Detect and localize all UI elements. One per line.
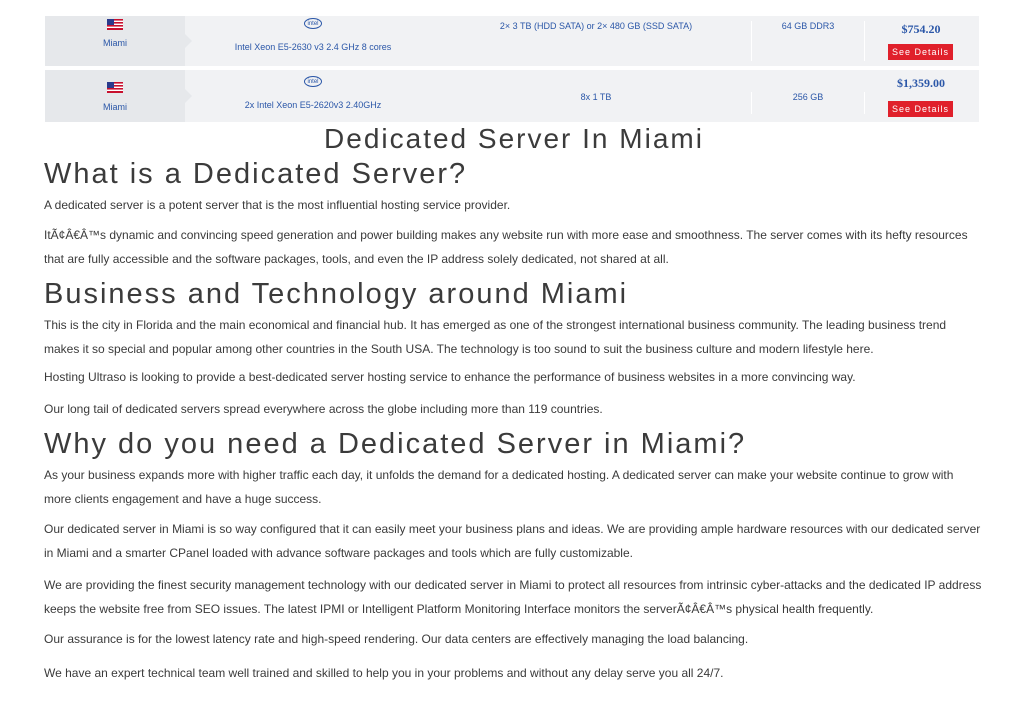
us-flag-icon [107, 82, 123, 93]
cpu-cell: intel 2x Intel Xeon E5-2620v3 2.40GHz [185, 70, 441, 122]
cpu-cell: intel Intel Xeon E5-2630 v3 2.4 GHz 8 co… [185, 16, 441, 66]
location-cell: Miami [45, 16, 192, 66]
heading-what-is-dedicated-server: What is a Dedicated Server? [44, 158, 468, 190]
plan-row: Miami intel 2x Intel Xeon E5-2620v3 2.40… [45, 70, 979, 122]
paragraph: A dedicated server is a potent server th… [44, 198, 511, 212]
paragraph: Our long tail of dedicated servers sprea… [44, 402, 603, 416]
see-details-button[interactable]: See Details [888, 44, 953, 60]
price-label: $754.20 [901, 22, 941, 36]
heading-why-need-server: Why do you need a Dedicated Server in Mi… [44, 428, 747, 460]
ram-label: 64 GB DDR3 [751, 21, 865, 61]
plan-row: Miami intel Intel Xeon E5-2630 v3 2.4 GH… [45, 16, 979, 66]
price-label: $1,359.00 [897, 76, 945, 90]
storage-label: 2× 3 TB (HDD SATA) or 2× 480 GB (SSD SAT… [499, 21, 693, 31]
us-flag-icon [107, 19, 123, 30]
paragraph: This is the city in Florida and the main… [44, 318, 947, 356]
price-cell: $1,359.00 See Details [863, 70, 979, 122]
heading-business-technology: Business and Technology around Miami [44, 278, 629, 310]
server-plans-table: Miami intel Intel Xeon E5-2630 v3 2.4 GH… [45, 16, 979, 126]
paragraph: Our assurance is for the lowest latency … [44, 632, 749, 646]
see-details-button[interactable]: See Details [888, 101, 953, 117]
location-cell: Miami [45, 70, 192, 122]
location-label: Miami [103, 102, 127, 112]
paragraph: ItÃ¢Â€Â™s dynamic and convincing speed g… [44, 228, 968, 266]
location-label: Miami [103, 38, 127, 48]
price-cell: $754.20 See Details [863, 16, 979, 66]
page-title: Dedicated Server In Miami [324, 123, 704, 154]
paragraph: We have an expert technical team well tr… [44, 666, 724, 680]
intel-logo-icon: intel [304, 76, 322, 87]
paragraph: As your business expands more with highe… [44, 468, 954, 506]
cpu-label: Intel Xeon E5-2630 v3 2.4 GHz 8 cores [234, 42, 392, 52]
ram-label: 256 GB [751, 92, 865, 114]
storage-label: 8x 1 TB [580, 92, 612, 102]
paragraph: Our dedicated server in Miami is so way … [44, 522, 981, 560]
article: Dedicated Server In Miami What is a Dedi… [44, 121, 984, 685]
intel-logo-icon: intel [304, 18, 322, 29]
paragraph: Hosting Ultraso is looking to provide a … [44, 370, 856, 384]
paragraph: We are providing the finest security man… [44, 578, 982, 616]
cpu-label: 2x Intel Xeon E5-2620v3 2.40GHz [244, 100, 382, 110]
